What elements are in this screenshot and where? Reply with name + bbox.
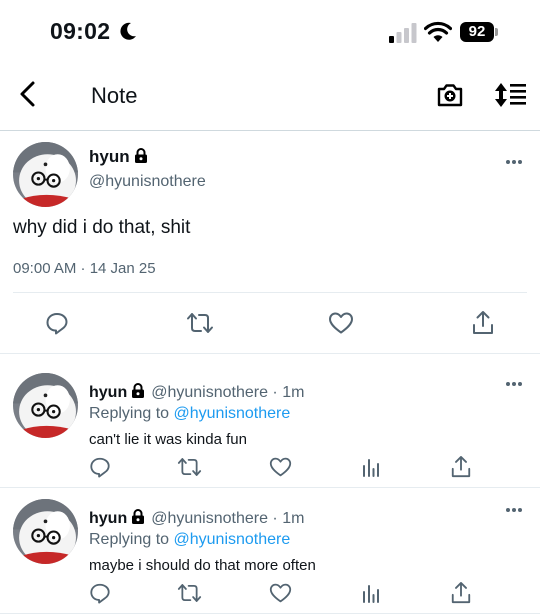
replying-to: Replying to @hyunisnothere	[89, 531, 290, 549]
reply-tweet: hyun @hyunisnothere · 1m Replying to @hy…	[0, 363, 540, 488]
divider	[13, 292, 527, 293]
lock-icon	[132, 509, 145, 524]
replying-prefix: Replying to	[89, 531, 170, 548]
moon-icon	[120, 22, 136, 40]
page-title: Note	[91, 83, 138, 108]
sort-icon[interactable]	[494, 81, 528, 109]
main-tweet: hyun @hyunisnothere why did i do that, s…	[0, 131, 540, 354]
author-name[interactable]: hyun	[89, 384, 127, 401]
more-icon[interactable]	[505, 507, 523, 513]
author-name[interactable]: hyun	[89, 147, 130, 166]
author-handle-time: @hyunisnothere · 1m	[151, 510, 305, 527]
replying-to: Replying to @hyunisnothere	[89, 405, 290, 423]
views-icon[interactable]	[361, 583, 381, 603]
tweet-author-row: hyun @hyunisnothere · 1m	[89, 383, 304, 402]
battery-tip	[495, 28, 498, 36]
share-icon[interactable]	[450, 581, 472, 605]
tweet-author-row: hyun	[89, 147, 148, 167]
author-name[interactable]: hyun	[89, 510, 127, 527]
lock-icon	[134, 148, 147, 163]
battery-level: 92	[460, 22, 494, 42]
like-icon[interactable]	[269, 582, 292, 604]
nav-bar: Note	[0, 62, 540, 131]
tweet-author-row: hyun @hyunisnothere · 1m	[89, 509, 304, 528]
views-icon[interactable]	[361, 457, 381, 477]
avatar[interactable]	[13, 499, 78, 564]
avatar[interactable]	[13, 142, 78, 207]
retweet-icon[interactable]	[177, 456, 202, 478]
status-bar: 09:02 92	[0, 0, 540, 62]
more-icon[interactable]	[505, 381, 523, 387]
retweet-icon[interactable]	[177, 582, 202, 604]
replying-to-link[interactable]: @hyunisnothere	[174, 531, 291, 548]
replying-prefix: Replying to	[89, 405, 170, 422]
like-icon[interactable]	[328, 311, 354, 335]
reply-icon[interactable]	[89, 456, 111, 478]
status-time: 09:02	[50, 18, 111, 44]
like-icon[interactable]	[269, 456, 292, 478]
battery-indicator: 92	[460, 22, 500, 42]
reply-tweet: hyun @hyunisnothere · 1m Replying to @hy…	[0, 489, 540, 614]
tweet-timestamp[interactable]: 09:00 AM · 14 Jan 25	[13, 260, 156, 277]
lock-icon	[132, 383, 145, 398]
avatar[interactable]	[13, 373, 78, 438]
author-handle-time: @hyunisnothere · 1m	[151, 384, 305, 401]
replying-to-link[interactable]: @hyunisnothere	[174, 405, 291, 422]
share-icon[interactable]	[471, 310, 495, 336]
tweet-text: maybe i should do that more often	[89, 557, 316, 574]
reply-icon[interactable]	[89, 582, 111, 604]
signal-icon	[389, 23, 417, 43]
tweet-text: can't lie it was kinda fun	[89, 431, 247, 448]
share-icon[interactable]	[450, 455, 472, 479]
retweet-icon[interactable]	[186, 311, 214, 335]
camera-plus-icon[interactable]	[436, 81, 464, 109]
author-handle[interactable]: @hyunisnothere	[89, 173, 206, 191]
back-icon[interactable]	[16, 80, 40, 108]
more-icon[interactable]	[505, 159, 523, 165]
reply-icon[interactable]	[45, 311, 69, 335]
tweet-text: why did i do that, shit	[13, 217, 191, 238]
wifi-icon	[424, 21, 452, 42]
